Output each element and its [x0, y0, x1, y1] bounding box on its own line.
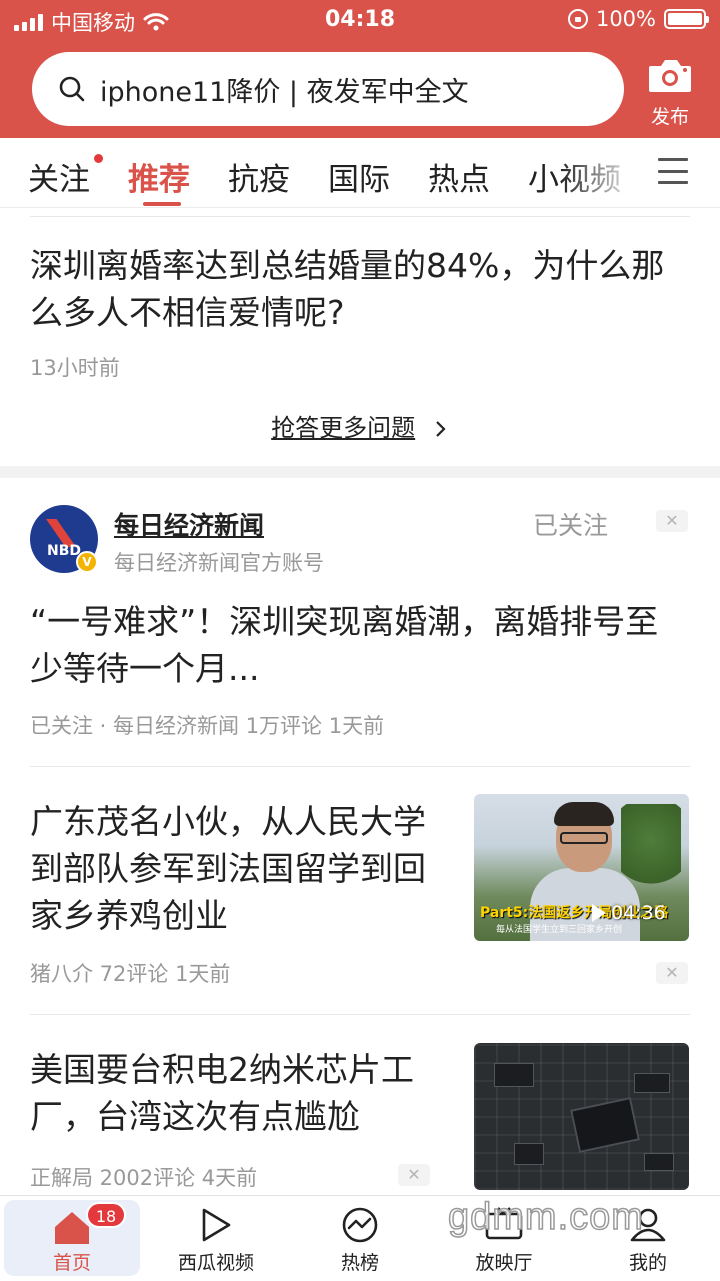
channel-menu-icon[interactable] [658, 158, 688, 184]
play-icon [202, 1208, 231, 1242]
tab-anti-epidemic[interactable]: 抗疫 [228, 154, 290, 199]
play-icon [592, 904, 606, 922]
dislike-close-icon[interactable]: ✕ [656, 962, 688, 984]
nav-xigua-label: 西瓜视频 [177, 1252, 254, 1274]
divider [30, 766, 690, 767]
divider [30, 1014, 690, 1015]
notification-badge: 18 [86, 1202, 126, 1228]
status-bar: 中国移动 04:18 100% [0, 0, 720, 40]
nav-theater-label: 放映厅 [475, 1252, 533, 1274]
app-header: 中国移动 04:18 100% iphone11降价 | 夜发军中全文 发布 [0, 0, 720, 138]
dislike-close-icon[interactable]: ✕ [656, 510, 688, 532]
author-description: 每日经济新闻官方账号 [114, 551, 324, 575]
divider [30, 216, 690, 217]
article-meta: 正解局 2002评论 4天前 [30, 1166, 258, 1190]
article-meta: 猪八介 72评论 1天前 [30, 962, 231, 986]
search-icon [59, 76, 85, 102]
dislike-close-icon[interactable]: ✕ [398, 1164, 430, 1186]
tab-follow-dot [94, 154, 103, 163]
article-title[interactable]: 美国要台积电2纳米芯片工厂，台湾这次有点尴尬 [30, 1046, 450, 1140]
watermark: gdmm.com [447, 1195, 644, 1239]
search-placeholder: iphone11降价 | 夜发军中全文 [100, 76, 469, 108]
component [514, 1143, 544, 1165]
more-answers-link[interactable]: 抢答更多问题 [0, 408, 720, 443]
account-article-meta: 已关注 · 每日经济新闻 1万评论 1天前 [30, 714, 385, 738]
video-thumbnail[interactable]: Part5:法国返乡开局创业之路 毎从法国学生立到三回家乡开创 04:36 [474, 794, 689, 941]
verified-badge-icon: V [76, 551, 98, 573]
component [644, 1153, 674, 1171]
battery-icon [664, 9, 709, 29]
nav-home[interactable]: 18 首页 [4, 1200, 140, 1276]
battery-fill [668, 13, 702, 25]
publish-button[interactable]: 发布 [640, 56, 700, 129]
trending-icon [342, 1207, 378, 1243]
chip-thumbnail[interactable] [474, 1043, 689, 1190]
thumbnail-person-hair [554, 802, 614, 826]
thumbnail-person-glasses [560, 832, 608, 844]
nav-home-label: 首页 [52, 1252, 91, 1274]
nav-hot-list-label: 热榜 [340, 1252, 379, 1274]
chevron-right-icon [436, 421, 446, 437]
qa-time: 13小时前 [30, 356, 120, 380]
article-title[interactable]: 广东茂名小伙，从人民大学到部队参军到法国留学到回家乡养鸡创业 [30, 798, 450, 939]
tab-hot[interactable]: 热点 [428, 154, 490, 199]
tab-active-indicator [143, 202, 181, 206]
tabs-fade [560, 138, 640, 206]
more-answers-label: 抢答更多问题 [271, 414, 416, 442]
qa-title[interactable]: 深圳离婚率达到总结婚量的84%，为什么那么多人不相信爱情呢? [30, 242, 670, 336]
nav-hot-list[interactable]: 热榜 [288, 1196, 432, 1281]
nav-xigua-video[interactable]: 西瓜视频 [144, 1196, 288, 1281]
search-bar[interactable]: iphone11降价 | 夜发军中全文 [32, 52, 624, 126]
account-article-title[interactable]: “一号难求”！深圳突现离婚潮，离婚排号至少等待一个月... [30, 598, 680, 692]
rotation-lock-icon [567, 9, 588, 29]
component [494, 1063, 534, 1087]
tab-follow[interactable]: 关注 [28, 154, 90, 199]
nav-profile-label: 我的 [628, 1252, 667, 1274]
section-gap [0, 466, 720, 478]
channel-tabs: 关注 推荐 抗疫 国际 热点 小视频 [0, 138, 720, 208]
camera-icon [649, 60, 691, 92]
tab-international[interactable]: 国际 [328, 154, 390, 199]
thumbnail-tree [621, 804, 681, 894]
tab-recommend[interactable]: 推荐 [128, 154, 190, 199]
author-name[interactable]: 每日经济新闻 [114, 506, 264, 542]
battery-percent: 100% [595, 7, 656, 31]
follow-status[interactable]: 已关注 [533, 506, 608, 542]
status-right: 100% [567, 7, 709, 31]
duration-text: 04:36 [611, 902, 666, 924]
publish-label: 发布 [650, 106, 689, 128]
video-duration: 04:36 [592, 902, 666, 924]
component [634, 1073, 670, 1093]
